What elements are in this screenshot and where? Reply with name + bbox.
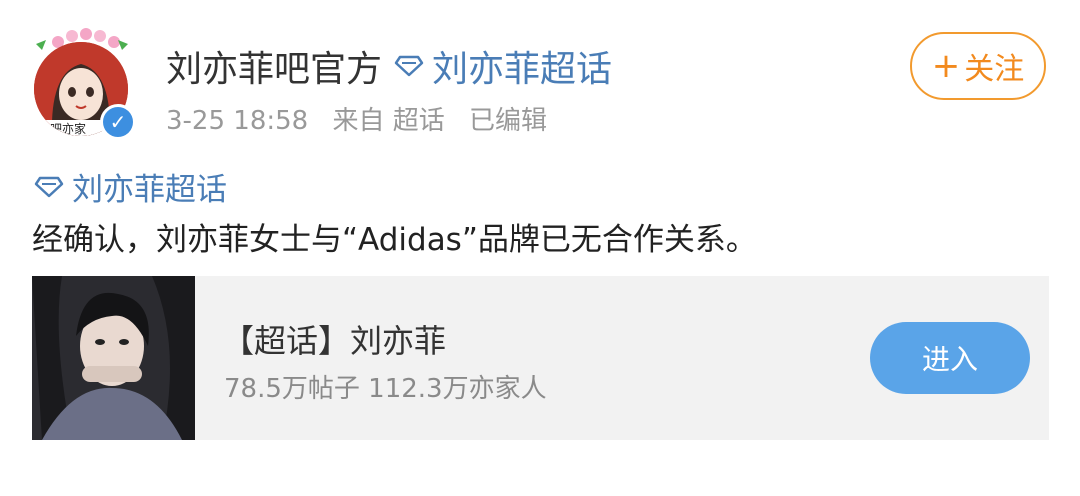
card-subtitle: 78.5万帖子 112.3万亦家人 — [224, 374, 547, 404]
weibo-post: 菲吧亦家 ✓ 刘亦菲吧官方 刘亦菲超话 3-25 18:58 来自 超话 已编辑… — [0, 0, 1080, 496]
enter-button[interactable]: 进入 — [870, 322, 1030, 394]
supertopic-card[interactable]: 【超话】刘亦菲 78.5万帖子 112.3万亦家人 进入 — [32, 276, 1049, 440]
diamond-icon — [34, 176, 64, 197]
verified-badge-icon: ✓ — [100, 104, 136, 140]
author-line: 刘亦菲吧官方 刘亦菲超话 — [166, 40, 612, 92]
author-name[interactable]: 刘亦菲吧官方 — [166, 40, 382, 92]
portrait-photo — [32, 276, 195, 440]
author-topic-label: 刘亦菲超话 — [432, 49, 613, 90]
card-thumbnail — [32, 276, 195, 440]
card-title: 【超话】刘亦菲 — [222, 322, 447, 360]
follow-label: 关注 — [964, 52, 1025, 87]
plus-icon: + — [931, 46, 961, 86]
body-topic-label: 刘亦菲超话 — [72, 172, 227, 208]
avatar[interactable]: 菲吧亦家 ✓ — [28, 28, 136, 140]
diamond-icon — [394, 55, 424, 77]
body-topic-link[interactable]: 刘亦菲超话 — [34, 164, 227, 209]
author-topic-link[interactable]: 刘亦菲超话 — [394, 40, 612, 92]
post-edited[interactable]: 已编辑 — [469, 106, 547, 136]
post-source: 来自 超话 — [332, 106, 445, 136]
post-time: 3-25 18:58 — [166, 106, 309, 136]
post-text: 经确认，刘亦菲女士与“Adidas”品牌已无合作关系。 — [32, 222, 757, 258]
follow-button[interactable]: + 关注 — [910, 32, 1046, 100]
post-meta: 3-25 18:58 来自 超话 已编辑 — [166, 100, 563, 137]
